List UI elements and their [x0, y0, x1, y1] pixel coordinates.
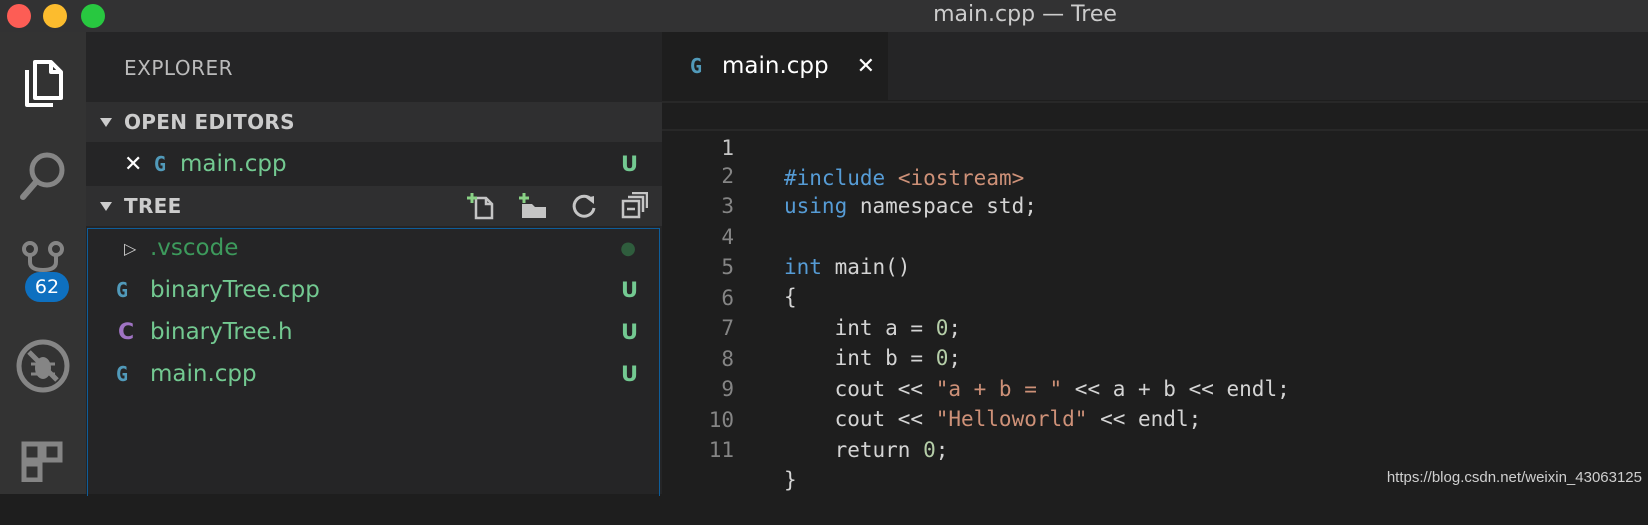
- git-status-untracked: U: [620, 278, 638, 302]
- line-code: }: [784, 468, 797, 492]
- tree-item-main-cpp[interactable]: G main.cpp U: [86, 353, 662, 395]
- tree-item-binarytree-cpp[interactable]: G binaryTree.cpp U: [86, 269, 662, 311]
- chevron-down-icon: [100, 201, 112, 211]
- modified-dot: ●: [620, 237, 636, 259]
- watermark-url: https://blog.csdn.net/weixin_43063125: [1386, 469, 1642, 486]
- tree-item-vscode[interactable]: ▷ .vscode ●: [86, 227, 662, 269]
- open-editors-header[interactable]: OPEN EDITORS: [86, 102, 662, 142]
- explorer-sidebar: EXPLORER OPEN EDITORS ✕ G main.cpp U TRE…: [86, 32, 662, 496]
- activity-bar: 62: [0, 32, 86, 494]
- editor-tab-bar: G main.cpp ✕: [662, 32, 1648, 100]
- code-line[interactable]: 3: [662, 161, 1648, 218]
- git-status-untracked: U: [620, 362, 638, 386]
- tree-item-label: binaryTree.cpp: [150, 277, 320, 303]
- tree-header[interactable]: TREE: [86, 186, 662, 226]
- cpp-icon: G: [116, 278, 129, 302]
- tree-item-label: binaryTree.h: [150, 319, 293, 345]
- code-line[interactable]: 10 return 0;: [662, 375, 1648, 462]
- title-bar: main.cpp — Tree: [0, 0, 1648, 32]
- tab-main-cpp[interactable]: G main.cpp ✕: [662, 32, 888, 100]
- code-line[interactable]: 6 int a = 0;: [662, 253, 1648, 340]
- close-icon[interactable]: ✕: [124, 152, 154, 177]
- new-folder-icon[interactable]: [518, 192, 548, 220]
- code-line[interactable]: 4 int main(): [662, 192, 1648, 279]
- refresh-icon[interactable]: [570, 192, 598, 220]
- git-status-untracked: U: [620, 152, 638, 176]
- extensions-icon[interactable]: [0, 436, 86, 482]
- open-editor-filename: main.cpp: [180, 151, 287, 177]
- open-editors-label: OPEN EDITORS: [124, 110, 295, 134]
- explorer-title: EXPLORER: [124, 56, 233, 80]
- line-code: return 0;: [784, 438, 949, 462]
- tree-item-label: .vscode: [150, 235, 239, 261]
- scm-count-badge: 62: [25, 272, 69, 302]
- code-line[interactable]: 9 cout << "Helloworld" << endl;: [662, 344, 1648, 431]
- code-line[interactable]: 1 #include <iostream>: [662, 101, 1648, 190]
- collapse-all-icon[interactable]: [620, 192, 648, 220]
- code-line[interactable]: 5 {: [662, 222, 1648, 309]
- git-status-untracked: U: [620, 320, 638, 344]
- open-editor-item[interactable]: ✕ G main.cpp U: [86, 143, 662, 185]
- code-line[interactable]: 2 using namespace std;: [662, 131, 1648, 218]
- chevron-down-icon: [100, 117, 112, 127]
- code-editor[interactable]: 1 #include <iostream> 2 using namespace …: [662, 100, 1648, 494]
- code-line[interactable]: 7 int b = 0;: [662, 283, 1648, 370]
- search-icon[interactable]: [0, 150, 86, 202]
- line-number: 11: [708, 438, 734, 462]
- tree-item-binarytree-h[interactable]: C binaryTree.h U: [86, 311, 662, 353]
- tree-actions: [466, 192, 648, 220]
- tree-label: TREE: [124, 194, 182, 218]
- chevron-right-icon: ▷: [124, 238, 137, 258]
- c-header-icon: C: [118, 319, 135, 345]
- cpp-icon: G: [690, 54, 703, 78]
- close-tab-button[interactable]: ✕: [857, 54, 875, 79]
- cpp-icon: G: [116, 362, 129, 386]
- tab-label: main.cpp: [722, 53, 829, 79]
- tree-item-label: main.cpp: [150, 361, 257, 387]
- cpp-icon: G: [154, 152, 167, 176]
- code-line[interactable]: 11 }: [662, 405, 1648, 492]
- code-line[interactable]: 8 cout << "a + b = " << a + b << endl;: [662, 314, 1648, 401]
- new-file-icon[interactable]: [466, 192, 496, 220]
- window-title: main.cpp — Tree: [933, 2, 1117, 27]
- explorer-icon[interactable]: [0, 58, 86, 108]
- debug-icon[interactable]: [0, 338, 86, 394]
